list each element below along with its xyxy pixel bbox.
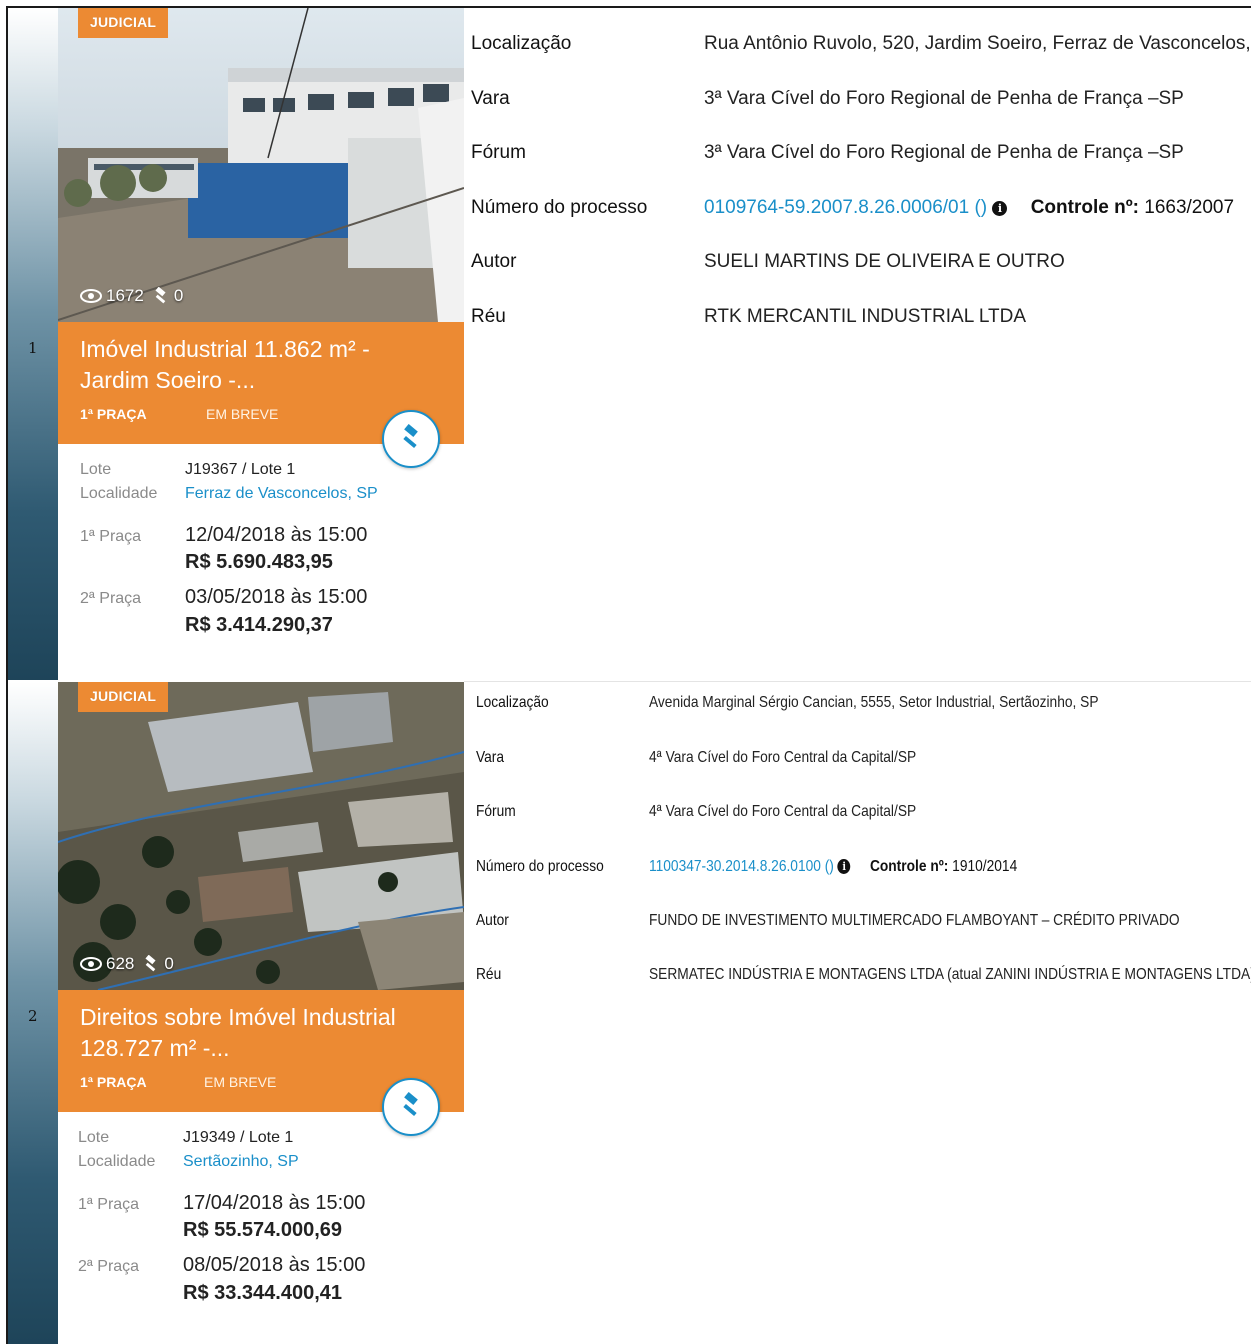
praca2-price: R$ 3.414.290,37 — [185, 614, 333, 636]
praca1-price: R$ 5.690.483,95 — [185, 551, 333, 573]
listing-title[interactable]: Imóvel Industrial 11.862 m² - Jardim Soe… — [80, 334, 410, 396]
card-stats: 628 0 — [80, 954, 174, 974]
localizacao-label: Localização — [471, 33, 572, 54]
localidade-link[interactable]: Sertãozinho, SP — [183, 1153, 299, 1171]
row-index: 2 — [28, 1007, 38, 1025]
praca2-price: R$ 33.344.400,41 — [183, 1282, 343, 1304]
localizacao-value: Rua Antônio Ruvolo, 520, Jardim Soeiro, … — [704, 33, 1251, 54]
praca1-price: R$ 55.574.000,69 — [183, 1219, 343, 1241]
vara-value: 3ª Vara Cível do Foro Regional de Penha … — [704, 88, 1184, 109]
forum-label: Fórum — [471, 142, 526, 163]
info-icon[interactable]: i — [837, 859, 851, 874]
forum-value: 4ª Vara Cível do Foro Central da Capital… — [649, 803, 917, 820]
gavel-icon — [152, 287, 170, 305]
praca1-date: 12/04/2018 às 15:00 — [185, 524, 368, 546]
processo-link[interactable]: 0109764-59.2007.8.26.0006/01 () — [704, 197, 987, 218]
lote-value: J19349 / Lote 1 — [183, 1129, 294, 1146]
vara-value: 4ª Vara Cível do Foro Central da Capital… — [649, 749, 917, 766]
card-stats: 1672 0 — [80, 286, 183, 306]
reu-value: RTK MERCANTIL INDUSTRIAL LTDA — [704, 306, 1026, 327]
processo-link[interactable]: 1100347-30.2014.8.26.0100 () — [649, 858, 834, 875]
praca2-label: 2ª Praça — [80, 590, 142, 607]
property-photo[interactable]: JUDICIAL 1672 0 — [58, 8, 464, 322]
praca2-label: 2ª Praça — [78, 1258, 140, 1275]
property-photo[interactable]: JUDICIAL 628 0 — [58, 682, 464, 990]
autor-value: SUELI MARTINS DE OLIVEIRA E OUTRO — [704, 251, 1065, 272]
praca-tag: 1ª PRAÇA — [80, 1074, 147, 1090]
bids-count: 0 — [164, 954, 174, 973]
info-icon[interactable]: i — [992, 201, 1008, 216]
controle-label: Controle nº: — [1030, 197, 1139, 218]
processo-label: Número do processo — [476, 858, 604, 875]
eye-icon — [80, 289, 102, 303]
localidade-label: Localidade — [80, 485, 158, 502]
localidade-link[interactable]: Ferraz de Vasconcelos, SP — [185, 485, 378, 503]
lote-value: J19367 / Lote 1 — [185, 461, 296, 478]
gavel-icon — [142, 955, 160, 973]
lote-label: Lote — [80, 461, 112, 478]
controle-value: 1910/2014 — [952, 858, 1018, 875]
praca2-date: 08/05/2018 às 15:00 — [183, 1254, 366, 1276]
reu-label: Réu — [471, 306, 506, 327]
bids-count: 0 — [173, 286, 184, 305]
auction-card[interactable]: JUDICIAL 1672 0 Imóvel Industrial 11.862… — [58, 8, 464, 680]
praca1-label: 1ª Praça — [78, 1196, 140, 1213]
praca-tag: 1ª PRAÇA — [80, 406, 147, 422]
vara-label: Vara — [476, 749, 505, 766]
controle-label: Controle nº: — [869, 858, 949, 875]
reu-label: Réu — [476, 966, 502, 983]
controle-value: 1663/2007 — [1144, 197, 1235, 218]
eye-icon — [80, 957, 102, 971]
autor-label: Autor — [476, 912, 509, 929]
card-info: Lote J19367 / Lote 1 Localidade Ferraz d… — [58, 444, 464, 680]
auction-card[interactable]: JUDICIAL 628 0 Direitos sobre Imóvel Ind… — [58, 682, 464, 1344]
judicial-badge: JUDICIAL — [78, 682, 169, 712]
forum-value: 3ª Vara Cível do Foro Regional de Penha … — [704, 142, 1184, 163]
process-details: Localização Avenida Marginal Sérgio Canci… — [476, 682, 1251, 1344]
praca1-date: 17/04/2018 às 15:00 — [183, 1192, 366, 1214]
judicial-badge: JUDICIAL — [78, 8, 169, 38]
lote-label: Lote — [78, 1129, 110, 1146]
praca2-date: 03/05/2018 às 15:00 — [185, 586, 368, 608]
forum-label: Fórum — [476, 803, 516, 820]
status-tag: EM BREVE — [206, 406, 279, 422]
vara-label: Vara — [471, 88, 510, 109]
autor-value: FUNDO DE INVESTIMENTO MULTIMERCADO FLAMB… — [649, 912, 1180, 929]
row-index: 1 — [28, 339, 38, 357]
localizacao-label: Localização — [476, 694, 549, 711]
views-count: 1672 — [106, 286, 144, 305]
status-tag: EM BREVE — [204, 1074, 277, 1090]
reu-value: SERMATEC INDÚSTRIA E MONTAGENS LTDA (atu… — [649, 966, 1251, 983]
listing-title[interactable]: Direitos sobre Imóvel Industrial 128.727… — [80, 1002, 410, 1064]
views-count: 628 — [106, 954, 135, 973]
localizacao-value: Avenida Marginal Sérgio Cancian, 5555, S… — [649, 694, 1099, 711]
localidade-label: Localidade — [78, 1153, 156, 1170]
praca1-label: 1ª Praça — [80, 528, 142, 545]
process-details: Localização Rua Antônio Ruvolo, 520, Jard… — [471, 8, 1251, 680]
autor-label: Autor — [471, 251, 517, 272]
card-info: Lote J19349 / Lote 1 Localidade Sertãozi… — [58, 1112, 464, 1344]
processo-label: Número do processo — [471, 197, 648, 218]
